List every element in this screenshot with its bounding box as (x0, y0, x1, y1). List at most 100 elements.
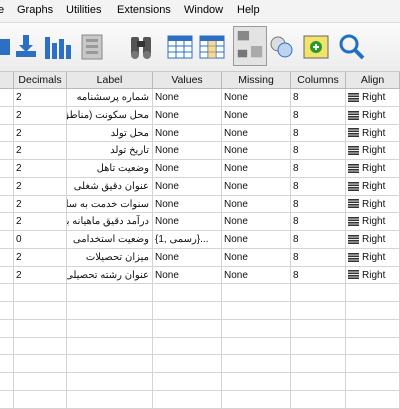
columns-cell[interactable]: 8 (291, 195, 346, 214)
row-stub-cell[interactable] (0, 266, 14, 285)
menu-graphs[interactable]: Graphs (17, 4, 53, 16)
values-cell[interactable] (153, 319, 222, 338)
missing-cell[interactable] (222, 373, 291, 391)
values-cell[interactable]: {1, رسمی}... (153, 231, 222, 249)
columns-cell[interactable]: 8 (291, 160, 346, 178)
decimals-cell[interactable]: 2 (14, 195, 67, 214)
label-cell[interactable] (67, 373, 153, 391)
columns-cell[interactable]: 8 (291, 177, 346, 196)
menu-window[interactable]: Window (184, 4, 223, 16)
missing-cell[interactable] (222, 284, 291, 302)
goto-case-icon[interactable] (42, 31, 72, 63)
decimals-cell[interactable]: 2 (14, 266, 67, 285)
align-cell[interactable]: Right (346, 124, 400, 143)
decimals-cell[interactable]: 0 (14, 231, 67, 249)
find-icon[interactable] (126, 31, 156, 63)
menu-edit-partial[interactable]: e (0, 4, 4, 16)
row-stub-cell[interactable] (0, 284, 14, 302)
values-cell[interactable] (153, 302, 222, 320)
label-cell[interactable]: تاریخ تولد (67, 142, 153, 160)
label-cell[interactable] (67, 319, 153, 338)
values-cell[interactable]: None (153, 213, 222, 231)
columns-cell[interactable]: 8 (291, 231, 346, 249)
column-header-columns[interactable]: Columns (291, 72, 346, 89)
align-cell[interactable]: Right (346, 89, 400, 107)
align-cell[interactable]: Right (346, 106, 400, 125)
missing-cell[interactable] (222, 337, 291, 356)
missing-cell[interactable]: None (222, 177, 291, 196)
values-cell[interactable]: None (153, 266, 222, 285)
missing-cell[interactable]: None (222, 89, 291, 107)
row-stub-cell[interactable] (0, 231, 14, 249)
menu-help[interactable]: Help (237, 4, 260, 16)
decimals-cell[interactable]: 2 (14, 124, 67, 143)
label-cell[interactable]: میزان تحصیلات (67, 248, 153, 267)
search-icon[interactable] (337, 31, 367, 63)
column-header-partial[interactable] (0, 72, 14, 89)
columns-cell[interactable]: 8 (291, 213, 346, 231)
decimals-cell[interactable] (14, 337, 67, 356)
decimals-cell[interactable] (14, 373, 67, 391)
split-file-icon[interactable] (165, 31, 195, 63)
missing-cell[interactable] (222, 302, 291, 320)
decimals-cell[interactable]: 2 (14, 142, 67, 160)
decimals-cell[interactable] (14, 319, 67, 338)
columns-cell[interactable] (291, 319, 346, 338)
missing-cell[interactable]: None (222, 195, 291, 214)
values-cell[interactable]: None (153, 177, 222, 196)
row-stub-cell[interactable] (0, 177, 14, 196)
label-cell[interactable]: عنوان رشته تحصیلی (67, 266, 153, 285)
values-cell[interactable] (153, 373, 222, 391)
missing-cell[interactable]: None (222, 213, 291, 231)
row-stub-cell[interactable] (0, 302, 14, 320)
values-cell[interactable]: None (153, 106, 222, 125)
align-cell[interactable] (346, 284, 400, 302)
missing-cell[interactable]: None (222, 160, 291, 178)
missing-cell[interactable] (222, 355, 291, 373)
values-cell[interactable]: None (153, 124, 222, 143)
column-header-missing[interactable]: Missing (222, 72, 291, 89)
decimals-cell[interactable]: 2 (14, 177, 67, 196)
align-cell[interactable] (346, 302, 400, 320)
decimals-cell[interactable]: 2 (14, 106, 67, 125)
columns-cell[interactable] (291, 355, 346, 373)
decimals-cell[interactable] (14, 355, 67, 373)
align-cell[interactable] (346, 373, 400, 391)
columns-cell[interactable]: 8 (291, 142, 346, 160)
select-cases-icon[interactable] (197, 31, 227, 63)
row-stub-cell[interactable] (0, 195, 14, 214)
columns-cell[interactable] (291, 284, 346, 302)
row-stub-cell[interactable] (0, 248, 14, 267)
align-cell[interactable]: Right (346, 266, 400, 285)
columns-cell[interactable]: 8 (291, 124, 346, 143)
align-cell[interactable] (346, 337, 400, 356)
decimals-cell[interactable]: 2 (14, 248, 67, 267)
align-cell[interactable] (346, 355, 400, 373)
align-cell[interactable]: Right (346, 142, 400, 160)
label-cell[interactable]: شماره پرسشنامه (67, 89, 153, 107)
align-cell[interactable]: Right (346, 160, 400, 178)
missing-cell[interactable]: None (222, 231, 291, 249)
missing-cell[interactable]: None (222, 142, 291, 160)
columns-cell[interactable] (291, 337, 346, 356)
values-cell[interactable]: None (153, 248, 222, 267)
label-cell[interactable]: عنوان دقیق شغلی (67, 177, 153, 196)
row-stub-cell[interactable] (0, 213, 14, 231)
menu-utilities[interactable]: Utilities (66, 4, 101, 16)
align-cell[interactable]: Right (346, 177, 400, 196)
values-cell[interactable]: None (153, 195, 222, 214)
missing-cell[interactable]: None (222, 266, 291, 285)
variables-icon[interactable] (78, 31, 108, 63)
label-cell[interactable] (67, 284, 153, 302)
values-cell[interactable]: None (153, 142, 222, 160)
values-cell[interactable] (153, 284, 222, 302)
values-cell[interactable] (153, 355, 222, 373)
row-stub-cell[interactable] (0, 337, 14, 356)
label-cell[interactable] (67, 355, 153, 373)
decimals-cell[interactable] (14, 302, 67, 320)
missing-cell[interactable] (222, 319, 291, 338)
row-stub-cell[interactable] (0, 319, 14, 338)
align-cell[interactable] (346, 319, 400, 338)
columns-cell[interactable]: 8 (291, 89, 346, 107)
label-cell[interactable]: وضعیت استخدامی (67, 231, 153, 249)
